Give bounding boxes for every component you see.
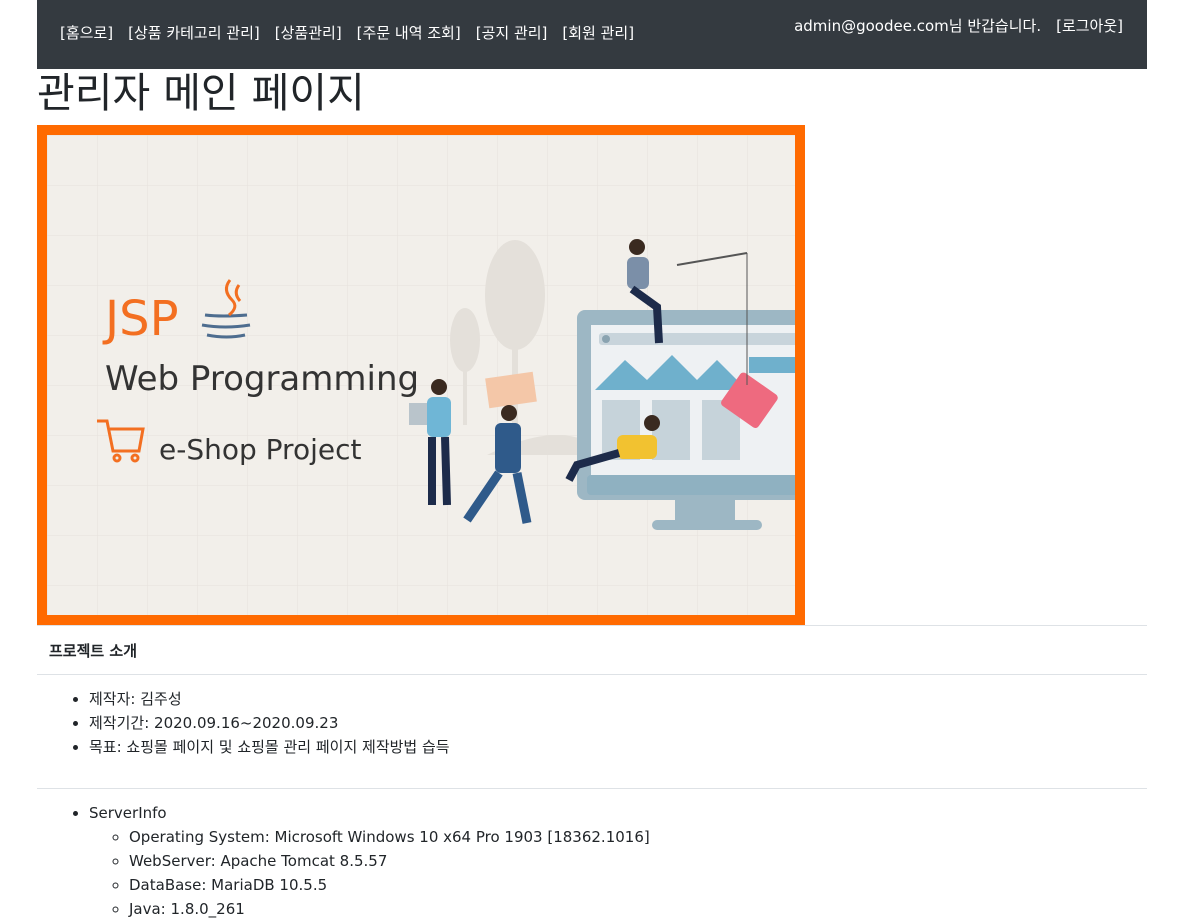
- banner-image: JSP Web Programming e-Shop Project: [47, 135, 795, 615]
- intro-header: 프로젝트 소개: [37, 625, 1147, 675]
- list-item: ServerInfo Operating System: Microsoft W…: [89, 801, 1147, 921]
- nav-members-link[interactable]: [회원 관리]: [562, 22, 634, 43]
- nav-home-link[interactable]: [홈으로]: [60, 22, 113, 43]
- nav-product-link[interactable]: [상품관리]: [275, 22, 342, 43]
- banner-jsp-text: JSP: [102, 291, 179, 347]
- banner-project-text: e-Shop Project: [159, 433, 361, 466]
- server-info-label: ServerInfo: [89, 804, 167, 822]
- list-item: WebServer: Apache Tomcat 8.5.57: [129, 849, 1147, 873]
- nav-notice-link[interactable]: [공지 관리]: [476, 22, 548, 43]
- list-item: 제작자: 김주성: [89, 687, 1147, 711]
- list-item: 제작기간: 2020.09.16~2020.09.23: [89, 711, 1147, 735]
- divider: [37, 788, 1147, 789]
- list-item: 목표: 쇼핑몰 페이지 및 쇼핑몰 관리 페이지 제작방법 습득: [89, 735, 1147, 759]
- welcome-text: admin@goodee.com님 반갑습니다.: [794, 17, 1042, 35]
- list-item: Java: 1.8.0_261: [129, 897, 1147, 921]
- list-item: DataBase: MariaDB 10.5.5: [129, 873, 1147, 897]
- banner-subtitle: Web Programming: [105, 359, 419, 399]
- intro-body: 제작자: 김주성 제작기간: 2020.09.16~2020.09.23 목표:…: [37, 687, 1147, 759]
- server-info: ServerInfo Operating System: Microsoft W…: [37, 801, 1147, 921]
- intro-heading: 프로젝트 소개: [49, 642, 138, 660]
- top-navbar: [홈으로] [상품 카테고리 관리] [상품관리] [주문 내역 조회] [공지…: [37, 0, 1147, 69]
- list-item: Operating System: Microsoft Windows 10 x…: [129, 825, 1147, 849]
- server-list: ServerInfo Operating System: Microsoft W…: [37, 801, 1147, 921]
- nav-category-link[interactable]: [상품 카테고리 관리]: [128, 22, 260, 43]
- intro-list: 제작자: 김주성 제작기간: 2020.09.16~2020.09.23 목표:…: [37, 687, 1147, 759]
- user-area: admin@goodee.com님 반갑습니다. [로그아웃]: [794, 15, 1123, 36]
- logout-link[interactable]: [로그아웃]: [1056, 15, 1123, 36]
- nav-orders-link[interactable]: [주문 내역 조회]: [357, 22, 461, 43]
- page-container: [홈으로] [상품 카테고리 관리] [상품관리] [주문 내역 조회] [공지…: [37, 0, 1147, 918]
- banner-frame: JSP Web Programming e-Shop Project: [37, 125, 805, 625]
- nav-links: [홈으로] [상품 카테고리 관리] [상품관리] [주문 내역 조회] [공지…: [60, 22, 634, 43]
- page-title: 관리자 메인 페이지: [37, 69, 365, 117]
